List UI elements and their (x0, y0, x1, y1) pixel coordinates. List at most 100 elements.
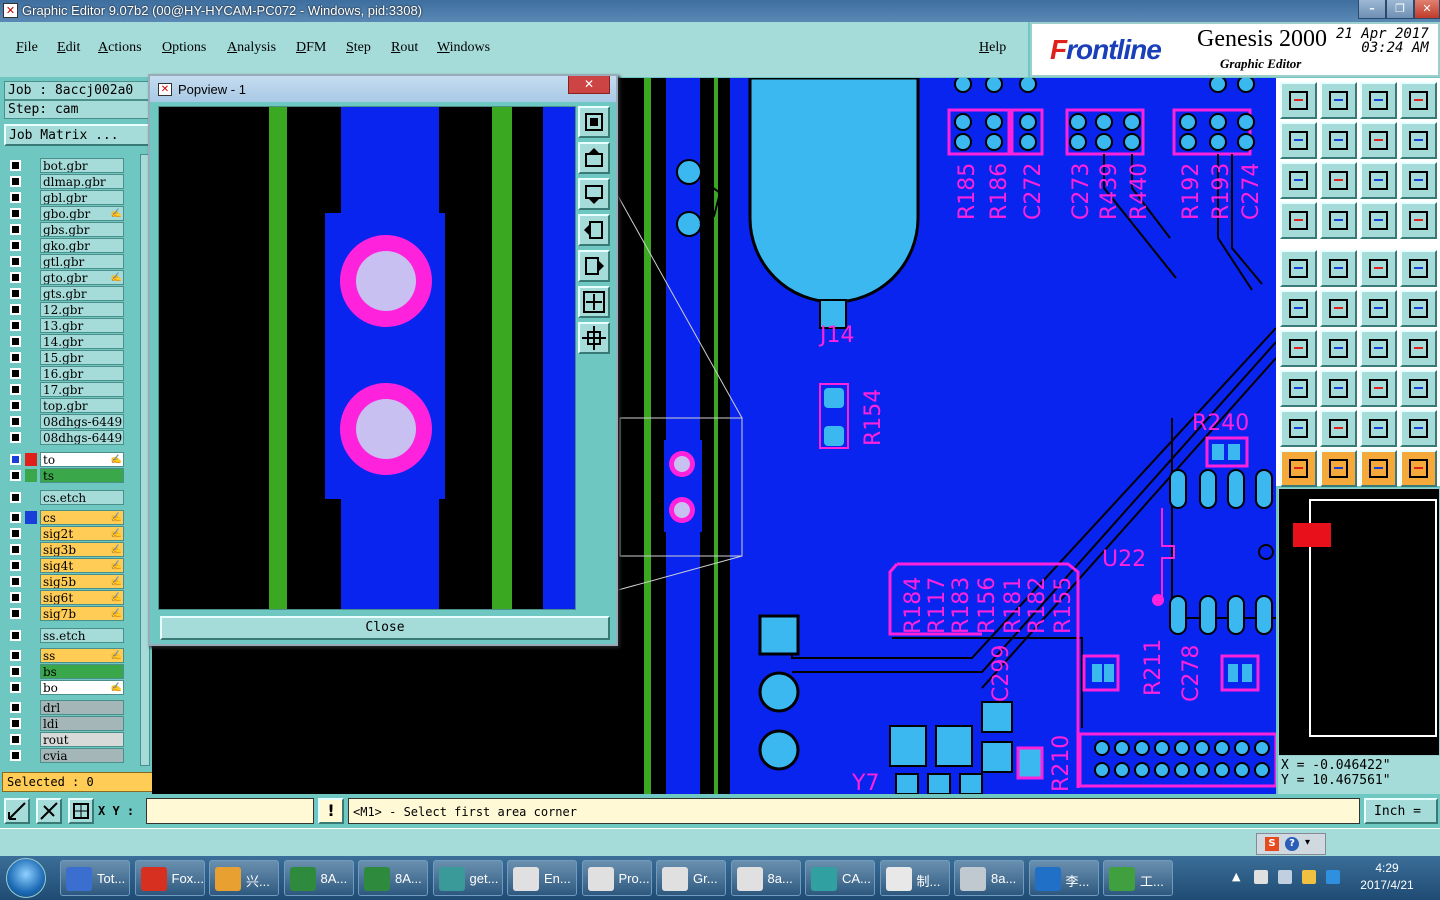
taskbar-item[interactable]: Tot... (60, 860, 130, 896)
draw-line-icon[interactable] (1320, 330, 1357, 367)
layer-row[interactable]: dlmap.gbr (8, 174, 124, 189)
color-map-icon[interactable] (1320, 250, 1357, 287)
taskbar-item[interactable]: get... (432, 860, 503, 896)
popview-pan-down-button[interactable] (578, 178, 610, 210)
layer-checkbox[interactable] (10, 592, 21, 603)
pointer-icon[interactable] (1280, 450, 1317, 487)
board-layer-row[interactable]: sig6t (8, 590, 124, 605)
split-view-icon[interactable] (1400, 82, 1437, 119)
board-layer-row[interactable]: sig5b (8, 574, 124, 589)
board-layer-row[interactable]: ldi (8, 716, 124, 731)
measure-ruler-icon[interactable] (1360, 250, 1397, 287)
layer-row[interactable]: gbs.gbr (8, 222, 124, 237)
layer-row[interactable]: 15.gbr (8, 350, 124, 365)
layer-row[interactable]: gto.gbr (8, 270, 124, 285)
pan-right-icon[interactable] (1320, 122, 1357, 159)
minimize-button[interactable]: – (1358, 0, 1386, 19)
chevron-down-icon[interactable]: ▾ (1305, 837, 1310, 848)
layer-checkbox[interactable] (10, 256, 21, 267)
layer-row[interactable]: top.gbr (8, 398, 124, 413)
layer-row[interactable]: 12.gbr (8, 302, 124, 317)
layer-checkbox[interactable] (10, 224, 21, 235)
taskbar-item[interactable]: 制... (879, 860, 950, 896)
menu-options[interactable]: Options (162, 40, 206, 56)
layer-checkbox[interactable] (10, 352, 21, 363)
drag-line-icon[interactable] (1400, 290, 1437, 327)
popview-pan-up-button[interactable] (578, 142, 610, 174)
unit-selector[interactable]: Inch = (1364, 798, 1438, 824)
pan-down-icon[interactable] (1320, 82, 1357, 119)
measure-mode-icon[interactable] (36, 798, 62, 824)
taskbar-item[interactable]: CA... (805, 860, 875, 896)
taskbar-item[interactable]: 8a... (954, 860, 1024, 896)
pointer-box-icon[interactable] (1320, 450, 1357, 487)
layer-checkbox[interactable] (10, 560, 21, 571)
s-icon[interactable]: S (1265, 837, 1279, 851)
menu-help[interactable]: Help (979, 40, 1006, 56)
layer-checkbox[interactable] (10, 750, 21, 761)
popview-close-icon[interactable]: ✕ (568, 76, 610, 94)
menu-actions[interactable]: Actions (98, 40, 142, 56)
flag-icon[interactable] (1254, 870, 1268, 884)
layer-checkbox[interactable] (10, 416, 21, 427)
menu-rout[interactable]: Rout (391, 40, 418, 56)
network-icon[interactable] (1278, 870, 1292, 884)
board-layer-row[interactable]: bs (8, 664, 124, 679)
maximize-button[interactable]: ❐ (1386, 0, 1414, 19)
layer-checkbox[interactable] (10, 650, 21, 661)
board-layer-row[interactable]: sig3b (8, 542, 124, 557)
select-feature-icon[interactable] (1280, 250, 1317, 287)
taskbar-item[interactable]: 工... (1103, 860, 1173, 896)
popview-window[interactable]: ✕ Popview - 1 ✕ Close (148, 74, 618, 646)
board-layer-row[interactable]: ss (8, 648, 124, 663)
grid-toggle-icon[interactable] (1320, 202, 1357, 239)
cross-select-icon[interactable] (1320, 290, 1357, 327)
layer-checkbox[interactable] (10, 400, 21, 411)
layer-checkbox[interactable] (10, 576, 21, 587)
layer-row[interactable]: gbo.gbr (8, 206, 124, 221)
browser-tray-icon[interactable] (1326, 870, 1340, 884)
layer-row[interactable]: gbl.gbr (8, 190, 124, 205)
board-layer-row[interactable]: ts (8, 468, 124, 483)
layer-color-swatch[interactable] (25, 511, 37, 524)
board-layer-row[interactable]: ss.etch (8, 628, 124, 643)
board-layer-row[interactable]: cs.etch (8, 490, 124, 505)
layer-checkbox[interactable] (10, 432, 21, 443)
layer-checkbox[interactable] (10, 192, 21, 203)
arrow-triangle-icon[interactable] (1320, 410, 1357, 447)
pan-left-icon[interactable] (1280, 122, 1317, 159)
layer-checkbox[interactable] (10, 208, 21, 219)
taskbar-item[interactable]: 兴... (209, 860, 279, 896)
layer-row[interactable]: gts.gbr (8, 286, 124, 301)
popview-close-button[interactable]: Close (160, 616, 610, 640)
volume-icon[interactable] (1302, 870, 1316, 884)
flip-tool-icon[interactable] (1400, 330, 1437, 367)
layer-checkbox[interactable] (10, 470, 21, 481)
layer-checkbox[interactable] (10, 304, 21, 315)
layer-checkbox[interactable] (10, 718, 21, 729)
board-layer-row[interactable]: to (8, 452, 124, 467)
layer-color-swatch[interactable] (25, 469, 37, 482)
menu-edit[interactable]: Edit (57, 40, 80, 56)
taskbar-clock[interactable]: 4:29 2017/4/21 (1352, 860, 1422, 894)
mirror-view-icon[interactable] (1360, 122, 1397, 159)
layer-checkbox[interactable] (10, 384, 21, 395)
layer-checkbox[interactable] (10, 320, 21, 331)
job-matrix-button[interactable]: Job Matrix ... (4, 124, 150, 146)
layer-checkbox[interactable] (10, 702, 21, 713)
layer-checkbox[interactable] (10, 288, 21, 299)
layer-row[interactable]: 08dhgs-64490 (8, 430, 124, 445)
taskbar-item[interactable]: En... (507, 860, 577, 896)
undo-arc-icon[interactable] (1360, 330, 1397, 367)
taskbar-item[interactable]: 8A... (358, 860, 428, 896)
popview-canvas[interactable] (158, 106, 576, 610)
menu-step[interactable]: Step (346, 40, 371, 56)
layer-row[interactable]: bot.gbr (8, 158, 124, 173)
layer-checkbox[interactable] (10, 336, 21, 347)
board-layer-row[interactable]: cs (8, 510, 124, 525)
layer-checkbox[interactable] (10, 272, 21, 283)
net-select-icon[interactable] (1280, 290, 1317, 327)
board-layer-row[interactable]: sig7b (8, 606, 124, 621)
pointer-path-icon[interactable] (1400, 450, 1437, 487)
layer-row[interactable]: 17.gbr (8, 382, 124, 397)
